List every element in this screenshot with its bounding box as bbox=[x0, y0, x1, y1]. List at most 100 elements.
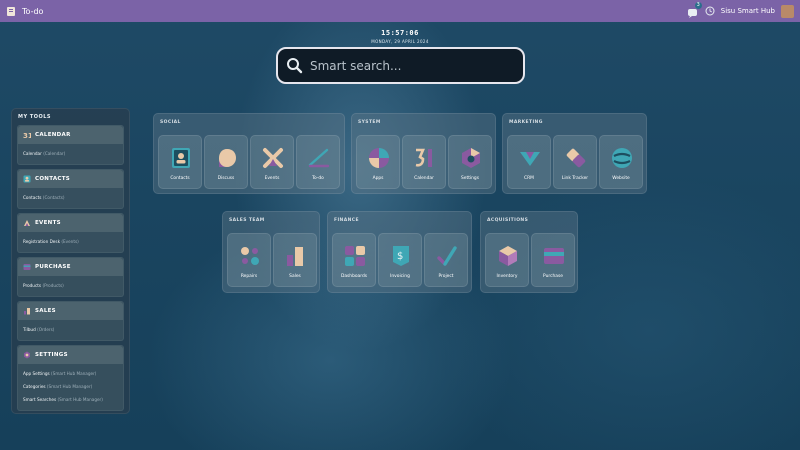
group-marketing: MARKETING CRM Link Tracker Website bbox=[502, 113, 647, 194]
tool-item[interactable]: Tilbud (Orders) bbox=[23, 323, 118, 336]
app-label: Invoicing bbox=[390, 274, 410, 279]
tool-item[interactable]: App Settings (Smart Hub Manager) bbox=[23, 367, 118, 380]
search-icon bbox=[287, 58, 303, 74]
app-tile-link-tracker[interactable]: Link Tracker bbox=[553, 135, 597, 189]
tool-section-header[interactable]: PURCHASE bbox=[18, 258, 123, 276]
app-tile-discuss[interactable]: Discuss bbox=[204, 135, 248, 189]
group-sales-team: SALES TEAM Repairs Sales bbox=[222, 211, 320, 293]
tool-section-events: EVENTS Registration Desk (Events) bbox=[17, 213, 124, 253]
app-tile-settings[interactable]: Settings bbox=[448, 135, 492, 189]
tool-section-label: SALES bbox=[35, 308, 56, 314]
purchase-icon bbox=[544, 248, 564, 264]
link-tracker-icon bbox=[566, 148, 586, 168]
to-do-icon bbox=[308, 148, 330, 168]
app-tile-website[interactable]: Website bbox=[599, 135, 643, 189]
group-title: SYSTEM bbox=[358, 120, 381, 125]
tool-section-header[interactable]: SALES bbox=[18, 302, 123, 320]
tool-section-settings: SETTINGS App Settings (Smart Hub Manager… bbox=[17, 345, 124, 411]
tool-section-header[interactable]: CONTACTS bbox=[18, 170, 123, 188]
tool-section-label: CALENDAR bbox=[35, 132, 71, 138]
contacts-icon bbox=[23, 175, 31, 183]
tool-item[interactable]: Categories (Smart Hub Manager) bbox=[23, 380, 118, 393]
project-icon bbox=[437, 246, 457, 266]
group-title: MARKETING bbox=[509, 120, 543, 125]
tool-section-purchase: PURCHASE Products (Products) bbox=[17, 257, 124, 297]
app-title: To-do bbox=[22, 6, 44, 16]
app-label: To-do bbox=[312, 176, 324, 181]
contacts-icon bbox=[172, 148, 190, 168]
settings-icon bbox=[462, 148, 480, 168]
my-tools-title: MY TOOLS bbox=[18, 114, 52, 120]
clock-time: 15:57:06 bbox=[381, 29, 419, 37]
app-tile-calendar[interactable]: Calendar bbox=[402, 135, 446, 189]
clock-icon[interactable] bbox=[705, 6, 715, 16]
tool-section-sales: SALES Tilbud (Orders) bbox=[17, 301, 124, 341]
avatar[interactable] bbox=[781, 4, 794, 18]
clock-date: MONDAY, 29 APRIL 2024 bbox=[371, 39, 429, 44]
app-label: Apps bbox=[372, 176, 384, 181]
discuss-icon bbox=[219, 149, 236, 167]
app-label: Discuss bbox=[217, 176, 235, 181]
smart-search-bar[interactable] bbox=[276, 47, 525, 84]
app-label: Contacts bbox=[170, 176, 190, 181]
group-title: FINANCE bbox=[334, 218, 359, 223]
group-title: SALES TEAM bbox=[229, 218, 265, 223]
sales-icon bbox=[24, 308, 30, 315]
events-icon bbox=[24, 220, 30, 226]
svg-text:31: 31 bbox=[23, 132, 31, 139]
app-tile-project[interactable]: Project bbox=[424, 233, 468, 287]
calendar-icon: 31 bbox=[23, 132, 31, 139]
tool-section-header[interactable]: 31 CALENDAR bbox=[18, 126, 123, 144]
app-tile-crm[interactable]: CRM bbox=[507, 135, 551, 189]
app-tile-repairs[interactable]: Repairs bbox=[227, 233, 271, 287]
app-label: Inventory bbox=[496, 274, 518, 279]
tool-section-header[interactable]: EVENTS bbox=[18, 214, 123, 232]
app-tile-inventory[interactable]: Inventory bbox=[485, 233, 529, 287]
app-tile-sales[interactable]: Sales bbox=[273, 233, 317, 287]
app-label: Dashboards bbox=[340, 274, 368, 279]
tool-item[interactable]: Contacts (Contacts) bbox=[23, 191, 118, 204]
tool-section-label: PURCHASE bbox=[35, 264, 71, 270]
tool-section-header[interactable]: SETTINGS bbox=[18, 346, 123, 364]
tool-section-contacts: CONTACTS Contacts (Contacts) bbox=[17, 169, 124, 209]
group-acquisitions: ACQUISITIONS Inventory Purchase bbox=[480, 211, 578, 293]
inventory-icon bbox=[499, 246, 517, 266]
tool-item[interactable]: Calendar (Calendar) bbox=[23, 147, 118, 160]
group-finance: FINANCE Dashboards $ Invoicing Project bbox=[327, 211, 472, 293]
website-icon bbox=[612, 148, 632, 168]
group-social: SOCIAL Contacts Discuss Events To-do bbox=[153, 113, 345, 194]
chat-icon[interactable]: 3 bbox=[687, 2, 702, 18]
tool-section-calendar: 31 CALENDAR Calendar (Calendar) bbox=[17, 125, 124, 165]
events-icon bbox=[263, 148, 283, 168]
app-tile-contacts[interactable]: Contacts bbox=[158, 135, 202, 189]
settings-icon bbox=[24, 351, 30, 359]
search-input[interactable] bbox=[310, 58, 510, 73]
app-label: Sales bbox=[289, 274, 301, 279]
tool-item[interactable]: Smart Searches (Smart Hub Manager) bbox=[23, 393, 118, 406]
svg-text:$: $ bbox=[397, 251, 403, 262]
app-tile-events[interactable]: Events bbox=[250, 135, 294, 189]
app-tile-invoicing[interactable]: $ Invoicing bbox=[378, 233, 422, 287]
group-title: SOCIAL bbox=[160, 120, 181, 125]
app-label: Calendar bbox=[414, 176, 434, 181]
app-menu-icon[interactable] bbox=[6, 6, 16, 17]
app-label: CRM bbox=[524, 176, 534, 181]
sales-icon bbox=[287, 247, 303, 266]
app-tile-to-do[interactable]: To-do bbox=[296, 135, 340, 189]
invoicing-icon: $ bbox=[393, 246, 409, 266]
top-bar: To-do 3 Sisu Smart Hub bbox=[0, 0, 800, 22]
calendar-icon bbox=[415, 148, 432, 167]
app-label: Repairs bbox=[240, 274, 258, 279]
apps-icon bbox=[369, 148, 389, 168]
my-tools-panel: MY TOOLS 31 CALENDAR Calendar (Calendar)… bbox=[11, 108, 130, 414]
app-tile-apps[interactable]: Apps bbox=[356, 135, 400, 189]
tool-item[interactable]: Registration Desk (Events) bbox=[23, 235, 118, 248]
app-tile-dashboards[interactable]: Dashboards bbox=[332, 233, 376, 287]
tool-item[interactable]: Products (Products) bbox=[23, 279, 118, 292]
repairs-icon bbox=[241, 247, 259, 265]
app-label: Project bbox=[438, 274, 454, 279]
app-tile-purchase[interactable]: Purchase bbox=[531, 233, 575, 287]
tool-section-label: SETTINGS bbox=[35, 352, 68, 358]
company-name[interactable]: Sisu Smart Hub bbox=[721, 7, 775, 15]
tool-section-label: EVENTS bbox=[35, 220, 61, 226]
